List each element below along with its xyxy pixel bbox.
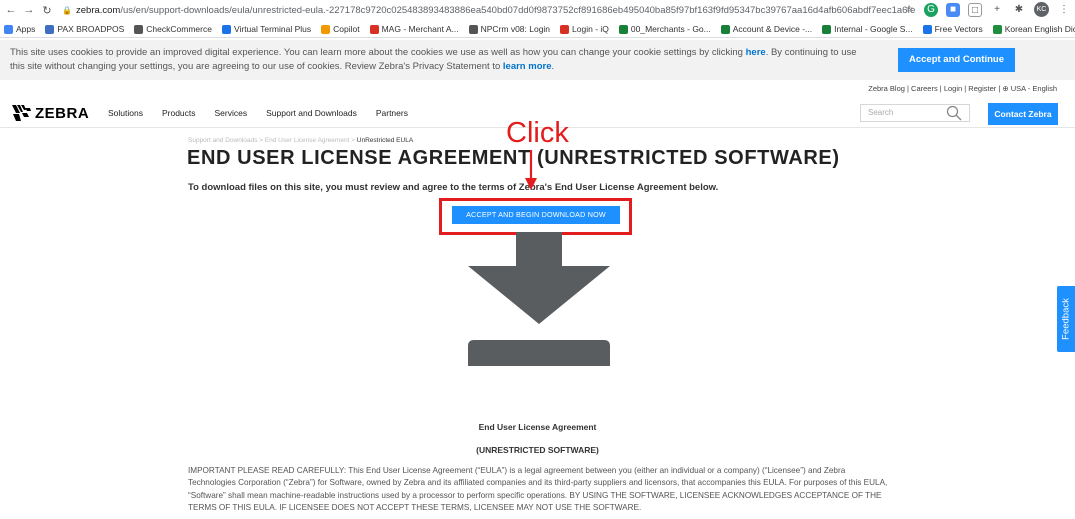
- bookmark-item[interactable]: Copilot: [321, 24, 360, 34]
- bookmark-item[interactable]: Account & Device -...: [720, 24, 813, 34]
- bookmark-label: Internal - Google S...: [834, 24, 913, 34]
- bookmark-label: Virtual Terminal Plus: [233, 24, 312, 34]
- bookmark-item[interactable]: Korean English Dicti...: [992, 24, 1075, 34]
- utility-links[interactable]: Zebra Blog | Careers | Login | Register …: [868, 84, 1057, 93]
- back-icon[interactable]: ←: [4, 4, 18, 16]
- bookmark-favicon-icon: [369, 24, 379, 34]
- bookmark-favicon-icon: [468, 24, 478, 34]
- bookmark-item[interactable]: PAX BROADPOS: [45, 24, 124, 34]
- breadcrumb-sep: >: [349, 137, 357, 144]
- extension-grey-icon[interactable]: □: [968, 2, 982, 17]
- bookmark-favicon-icon: [221, 24, 231, 34]
- bookmark-favicon-icon: [922, 24, 932, 34]
- bookmark-label: Apps: [16, 24, 36, 34]
- bookmark-favicon-icon: [134, 24, 144, 34]
- eula-paragraph: IMPORTANT PLEASE READ CAREFULLY: This En…: [188, 466, 888, 513]
- nav-item-solutions[interactable]: Solutions: [108, 108, 143, 118]
- bookmark-label: Free Vectors: [934, 24, 983, 34]
- nav-item-products[interactable]: Products: [162, 108, 196, 118]
- bookmark-favicon-icon: [618, 24, 628, 34]
- feedback-label: Feedback: [1060, 298, 1072, 340]
- bookmark-favicon-icon: [321, 24, 331, 34]
- breadcrumb-eula[interactable]: End User License Agreement: [265, 137, 350, 144]
- download-arrow-icon: [468, 232, 610, 366]
- nav-item-partners[interactable]: Partners: [376, 108, 408, 118]
- bookmark-item[interactable]: 00_Merchants - Go...: [618, 24, 711, 34]
- lock-icon: 🔒: [62, 5, 72, 15]
- bookmark-favicon-icon: [720, 24, 730, 34]
- page-subtitle: To download files on this site, you must…: [188, 182, 719, 193]
- nav-item-services[interactable]: Services: [215, 108, 248, 118]
- bookmark-favicon-icon: [992, 24, 1002, 34]
- puzzle-icon[interactable]: ✱: [1012, 3, 1026, 17]
- annotation-highlight-box: [439, 198, 632, 235]
- bookmarks-bar: Apps PAX BROADPOS CheckCommerce Virtual Ter…: [0, 21, 1075, 38]
- cookie-text: This site uses cookies to provide an imp…: [10, 46, 870, 74]
- bookmark-label: Account & Device -...: [732, 24, 813, 34]
- accept-cookies-button[interactable]: Accept and Continue: [898, 48, 1015, 72]
- search-icon[interactable]: [946, 105, 962, 121]
- bookmark-item[interactable]: Free Vectors: [922, 24, 983, 34]
- bookmark-favicon-icon: [45, 24, 55, 34]
- contact-zebra-button[interactable]: Contact Zebra: [988, 103, 1058, 125]
- breadcrumb-support[interactable]: Support and Downloads: [188, 137, 257, 144]
- bookmark-item[interactable]: NPCrm v08: Login: [468, 24, 551, 34]
- bookmark-label: Copilot: [333, 24, 360, 34]
- cookie-learn-more-link[interactable]: learn more: [503, 61, 552, 72]
- page-title: END USER LICENSE AGREEMENT (UNRESTRICTED…: [187, 147, 840, 169]
- feedback-tab[interactable]: Feedback: [1057, 286, 1075, 352]
- bookmark-label: NPCrm v08: Login: [480, 24, 551, 34]
- bookmark-label: Login - iQ: [572, 24, 609, 34]
- bookmark-item[interactable]: CheckCommerce: [134, 24, 212, 34]
- reload-icon[interactable]: ↻: [40, 4, 54, 17]
- eula-heading: End User License Agreement: [478, 422, 597, 432]
- main-nav: Solutions Products Services Support and …: [108, 108, 408, 118]
- browser-toolbar: ☆ G ■ □ + ✱ KC ⋮: [902, 2, 1071, 17]
- menu-icon[interactable]: ⋮: [1057, 3, 1071, 17]
- bookmark-item[interactable]: Virtual Terminal Plus: [221, 24, 312, 34]
- bookmark-favicon-icon: [560, 24, 570, 34]
- bookmark-label: PAX BROADPOS: [57, 24, 125, 34]
- bookmark-label: 00_Merchants - Go...: [630, 24, 711, 34]
- url-domain: zebra.com: [76, 4, 121, 16]
- bookmark-label: CheckCommerce: [146, 24, 212, 34]
- cookie-text-part3: .: [551, 61, 555, 72]
- zebra-head-icon: [12, 105, 31, 121]
- bookmark-item[interactable]: Internal - Google S...: [822, 24, 913, 34]
- bookmark-label: Korean English Dicti...: [1004, 24, 1075, 34]
- breadcrumb-current: UnRestricted EULA: [356, 137, 414, 144]
- logo-text: ZEBRA: [35, 104, 90, 122]
- annotation-arrow-icon: [525, 150, 537, 190]
- bookmark-favicon-icon: [822, 24, 832, 34]
- browser-address-bar: ← → ↻ 🔒 zebra.com/us/en/support-download…: [0, 0, 1075, 20]
- star-icon[interactable]: ☆: [902, 3, 916, 17]
- zebra-logo[interactable]: ZEBRA: [10, 104, 89, 122]
- bookmark-item[interactable]: MAG - Merchant A...: [369, 24, 459, 34]
- profile-avatar[interactable]: KC: [1034, 2, 1049, 17]
- cookie-here-link[interactable]: here: [746, 47, 766, 58]
- bookmark-label: MAG - Merchant A...: [381, 24, 459, 34]
- nav-item-support[interactable]: Support and Downloads: [266, 108, 357, 118]
- eula-subheading: (UNRESTRICTED SOFTWARE): [476, 445, 599, 455]
- extension-g-icon[interactable]: G: [924, 2, 938, 17]
- url-path: /us/en/support-downloads/eula/unrestrict…: [120, 4, 916, 16]
- add-icon[interactable]: +: [990, 3, 1004, 17]
- bookmark-favicon-icon: [4, 24, 13, 34]
- breadcrumb-sep: >: [257, 137, 265, 144]
- breadcrumb: Support and Downloads > End User License…: [188, 137, 413, 144]
- cookie-text-part1: This site uses cookies to provide an imp…: [10, 47, 746, 58]
- extension-icon[interactable]: ■: [946, 2, 960, 17]
- url-field[interactable]: zebra.com/us/en/support-downloads/eula/u…: [76, 5, 916, 16]
- annotation-click-label: Click: [506, 117, 569, 149]
- bookmark-item[interactable]: Login - iQ: [560, 24, 609, 34]
- forward-icon[interactable]: →: [22, 4, 36, 16]
- bookmark-item[interactable]: Apps: [4, 24, 35, 34]
